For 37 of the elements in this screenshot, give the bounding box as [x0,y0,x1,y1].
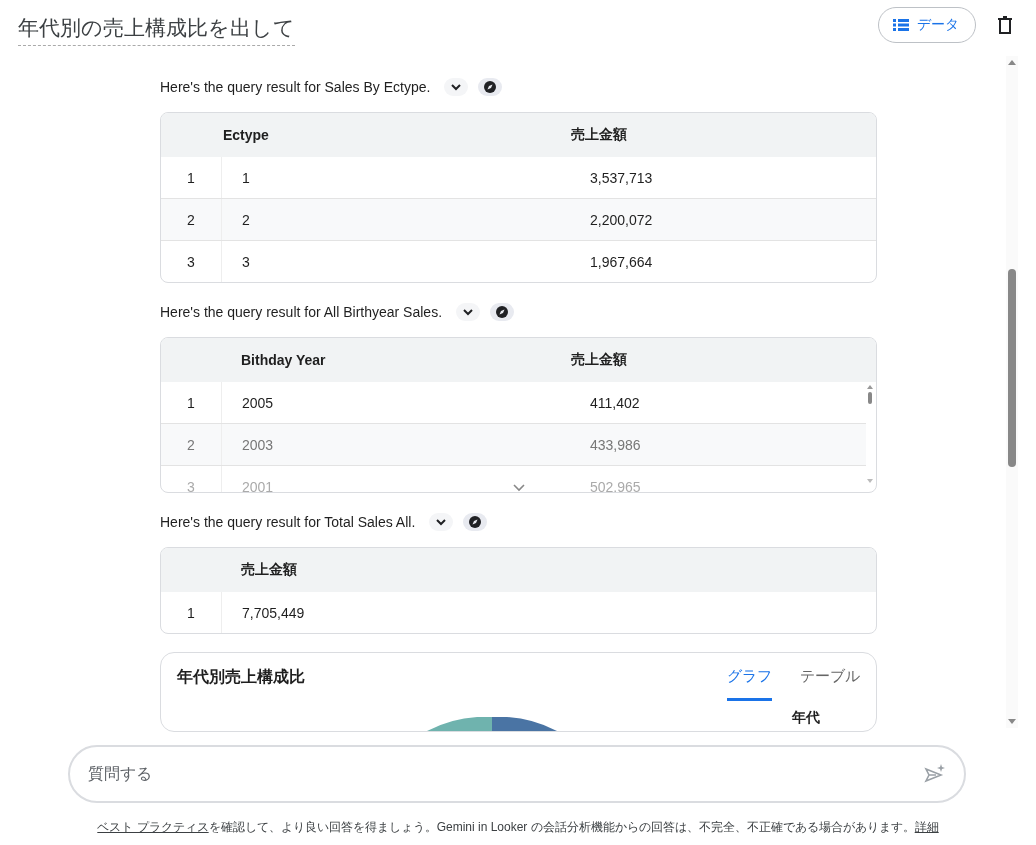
table-cell: 411,402 [590,394,640,411]
conversation-title[interactable]: 年代別の売上構成比を出して [18,14,295,46]
question-input[interactable]: 質問する [68,745,966,803]
chart-title: 年代別売上構成比 [177,667,305,687]
row-number: 1 [187,169,195,186]
column-header: 売上金額 [571,126,627,142]
column-header: Ectype [223,127,269,143]
data-button[interactable]: データ [878,7,976,43]
table-cell: 7,705,449 [242,604,305,621]
details-link[interactable]: 詳細 [914,820,939,834]
row-number: 1 [187,604,195,621]
table-cell: 2005 [242,394,274,411]
view-tab[interactable]: テーブル [800,653,860,701]
table-cell: 2 [242,211,250,228]
table-cell: 3 [242,253,250,270]
column-header: 売上金額 [241,561,297,577]
row-number: 2 [187,211,195,228]
column-header: 売上金額 [571,351,627,367]
view-tab[interactable]: グラフ [727,653,772,701]
table-cell: 1,967,664 [590,253,653,270]
best-practices-link[interactable]: ベスト プラクティス [97,820,209,834]
result-message: Here's the query result for Sales By Ectype. [160,79,431,95]
row-number: 3 [187,253,195,270]
column-header: Bithday Year [241,352,326,368]
disclaimer-text: ベスト プラクティスを確認して、より良い回答を得ましょう。Gemini in Looker の会話分析機能からの回答は、不完全、不正確である場合があります。詳細 [96,819,940,836]
row-number: 1 [187,394,195,411]
table-cell: 2003 [242,436,274,453]
result-message: Here's the query result for All Birthyear Sales. [160,304,443,320]
row-number: 2 [187,436,195,453]
table-cell: 1 [242,169,250,186]
table-cell: 433,986 [590,436,641,453]
table-cell: 2,200,072 [590,211,653,228]
result-message: Here's the query result for Total Sales All. [160,514,416,530]
row-number: 3 [187,478,195,492]
legend-title: 年代 [792,709,820,727]
table-cell: 2001 [242,478,274,492]
table-cell: 3,537,713 [590,169,653,186]
